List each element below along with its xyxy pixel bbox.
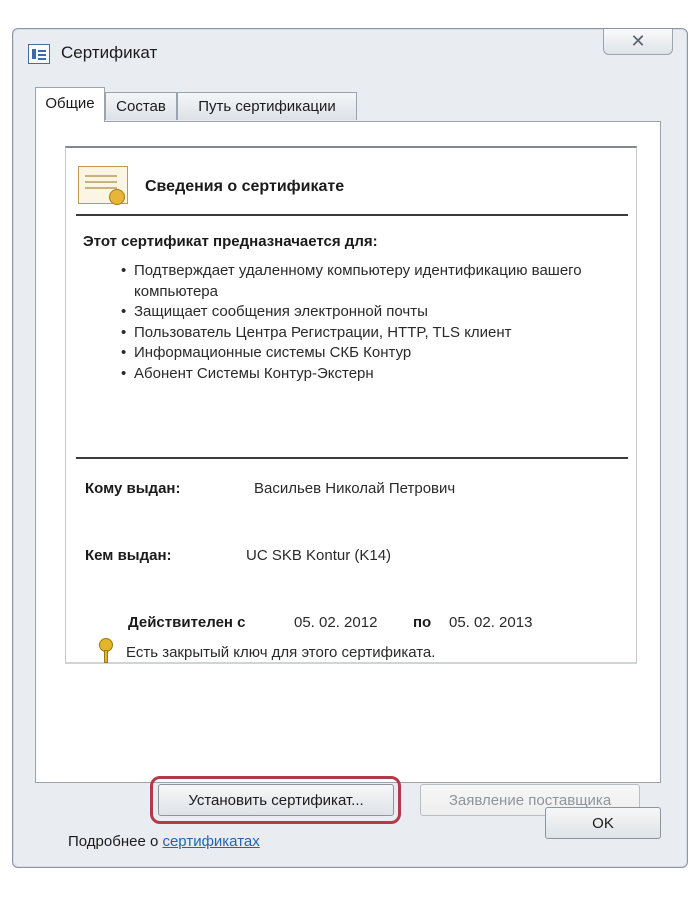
tab-general[interactable]: Общие: [35, 87, 105, 122]
learn-more-prefix: Подробнее о: [68, 833, 163, 850]
install-certificate-button[interactable]: Установить сертификат...: [158, 784, 394, 816]
ok-button[interactable]: OK: [545, 807, 661, 839]
certificate-info-title: Сведения о сертификате: [145, 178, 345, 195]
valid-from-value: 05. 02. 2012: [294, 614, 378, 631]
purpose-item: Защищает сообщения электронной почты: [120, 302, 620, 323]
valid-to-value: 05. 02. 2013: [449, 614, 533, 631]
certificate-icon: [78, 166, 128, 205]
purpose-item: Подтверждает удаленному компьютеру идент…: [120, 261, 620, 302]
issued-by-value: UC SKB Kontur (K14): [246, 547, 392, 564]
close-icon: ✕: [630, 31, 646, 51]
key-icon: [99, 638, 113, 664]
title-bar[interactable]: Сертификат ✕: [13, 29, 687, 73]
purpose-heading: Этот сертификат предназначается для:: [83, 233, 378, 250]
certificate-dialog: Сертификат ✕ Общие Состав Путь сертифика…: [12, 28, 688, 868]
issued-to-value: Васильев Николай Петрович: [254, 480, 456, 497]
learn-more: Подробнее о сертификатах: [68, 833, 260, 850]
certificate-window-icon: [28, 44, 50, 64]
valid-from-label: Действителен с: [128, 614, 246, 631]
divider: [76, 214, 628, 216]
tab-panel-general: Сведения о сертификате Этот сертификат п…: [35, 121, 661, 850]
issued-to-label: Кому выдан:: [85, 480, 181, 497]
certificate-info-box: Сведения о сертификате Этот сертификат п…: [65, 146, 637, 664]
purpose-item: Пользователь Центра Регистрации, HTTP, T…: [120, 323, 620, 344]
tab-certification-path[interactable]: Путь сертификации: [177, 92, 357, 120]
issued-by-label: Кем выдан:: [85, 547, 172, 564]
purpose-list: Подтверждает удаленному компьютеру идент…: [120, 261, 620, 384]
tab-details[interactable]: Состав: [105, 92, 177, 120]
close-button[interactable]: ✕: [603, 29, 673, 55]
valid-to-label: по: [413, 614, 432, 631]
purpose-item: Информационные системы СКБ Контур: [120, 343, 620, 364]
private-key-note: Есть закрытый ключ для этого сертификата…: [126, 644, 436, 661]
window-title: Сертификат: [61, 43, 158, 62]
learn-more-link[interactable]: сертификатах: [162, 833, 259, 850]
divider: [76, 457, 628, 459]
purpose-item: Абонент Системы Контур-Экстерн: [120, 364, 620, 385]
